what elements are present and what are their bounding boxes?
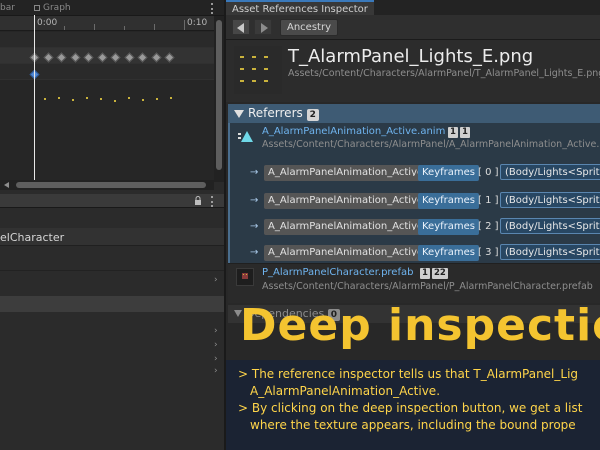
chevron-right-icon[interactable]: › — [214, 366, 218, 376]
texture-preview-graphic — [240, 56, 268, 82]
prefab-badge-a: 1 — [420, 268, 430, 279]
arrow-right-icon: → — [250, 221, 259, 232]
inspector-menu-icon[interactable] — [210, 196, 213, 207]
asset-title: T_AlarmPanel_Lights_E.png — [288, 46, 534, 67]
ancestry-button[interactable]: Ancestry — [280, 19, 338, 36]
inspector-toolbar: Ancestry — [226, 15, 600, 40]
referrers-list: A_AlarmPanelAnimation_Active.anim 1 1 As… — [228, 123, 600, 263]
horizontal-scroll-thumb[interactable] — [16, 182, 206, 188]
field-pill[interactable]: Keyframes — [418, 219, 479, 235]
animation-badge-a: 1 — [448, 127, 458, 138]
index-pill[interactable]: [ 3 ] — [474, 245, 503, 261]
animation-panel: bar Graph 0:00 0:10 elCharacter › › › › … — [0, 0, 224, 450]
prefab-referrer[interactable]: P_AlarmPanelCharacter.prefab 1 22 Assets… — [228, 263, 600, 303]
tab-graph[interactable]: Graph — [34, 0, 71, 16]
arrow-right-icon: → — [250, 195, 259, 206]
chevron-right-icon[interactable]: › — [214, 275, 218, 285]
clip-name-pill[interactable]: A_AlarmPanelAnimation_Active — [264, 245, 428, 261]
field-pill[interactable]: Keyframes — [418, 193, 479, 209]
index-pill[interactable]: [ 1 ] — [474, 193, 503, 209]
tutorial-note-line: A_AlarmPanelAnimation_Active. — [250, 384, 441, 398]
tab-bar-fragment[interactable]: bar — [0, 0, 15, 16]
property-row[interactable]: → A_AlarmPanelAnimation_Active . Keyfram… — [250, 192, 600, 210]
asset-references-inspector: Asset References Inspector Ancestry T_Al… — [224, 0, 600, 450]
inspector-tab-bar: Asset References Inspector — [226, 0, 600, 15]
tutorial-headline: Deep inspection: — [240, 300, 600, 351]
timeline-vertical-scrollbar[interactable] — [214, 16, 224, 182]
arrow-left-icon — [237, 23, 244, 33]
animation-asset-path: Assets/Content/Characters/AlarmPanel/A_A… — [262, 139, 600, 150]
animation-clip-icon — [238, 129, 254, 146]
ruler-label-start: 0:00 — [37, 18, 58, 28]
arrow-right-icon — [261, 23, 268, 33]
selected-component-band[interactable] — [0, 296, 224, 312]
inspector-header — [0, 194, 224, 208]
property-path-pill[interactable]: (Body/Lights<SpriteRe — [500, 244, 600, 260]
prefab-icon — [236, 268, 254, 286]
field-pill[interactable]: Keyframes — [418, 165, 479, 181]
clip-name-pill[interactable]: A_AlarmPanelAnimation_Active — [264, 193, 428, 209]
animation-timeline[interactable]: 0:00 0:10 — [0, 16, 214, 180]
scroll-left-icon[interactable] — [4, 182, 9, 188]
timeline-ruler[interactable]: 0:00 0:10 — [0, 16, 214, 31]
tab-asset-references-inspector[interactable]: Asset References Inspector — [226, 0, 374, 15]
texture-thumbnail[interactable] — [234, 46, 282, 94]
curve-samples — [44, 94, 184, 104]
timeline-track-summary[interactable] — [0, 32, 214, 48]
tutorial-notes: > The reference inspector tells us that … — [226, 360, 600, 450]
arrow-right-icon: → — [250, 247, 259, 258]
chevron-right-icon[interactable]: › — [214, 340, 218, 350]
property-path-pill[interactable]: (Body/Lights<SpriteRe — [500, 218, 600, 234]
chevron-right-icon[interactable]: › — [214, 326, 218, 336]
graph-icon — [34, 5, 40, 11]
index-pill[interactable]: [ 0 ] — [474, 165, 503, 181]
prefab-badge-b: 22 — [432, 268, 448, 279]
back-button[interactable] — [232, 19, 250, 35]
expand-arrow-icon[interactable] — [234, 110, 244, 118]
prefab-asset-link[interactable]: P_AlarmPanelCharacter.prefab — [262, 267, 413, 278]
timeline-horizontal-scrollbar[interactable] — [0, 180, 214, 190]
property-row[interactable]: → A_AlarmPanelAnimation_Active . Keyfram… — [250, 244, 600, 262]
field-pill[interactable]: Keyframes — [418, 245, 479, 261]
index-pill[interactable]: [ 2 ] — [474, 219, 503, 235]
curve-samples-graphic — [44, 97, 172, 102]
property-path-pill[interactable]: (Body/Lights<SpriteRe — [500, 192, 600, 208]
left-menu-icon[interactable] — [210, 3, 213, 14]
asset-path: Assets/Content/Characters/AlarmPanel/T_A… — [288, 68, 600, 79]
tutorial-note-line: where the texture appears, including the… — [250, 418, 576, 432]
forward-button[interactable] — [254, 19, 272, 35]
asset-header: T_AlarmPanel_Lights_E.png Assets/Content… — [226, 40, 600, 102]
referrers-count-badge: 2 — [306, 109, 319, 121]
animation-asset-link[interactable]: A_AlarmPanelAnimation_Active.anim — [262, 126, 445, 137]
property-path-pill[interactable]: (Body/Lights<SpriteRe — [500, 164, 600, 180]
clip-name-pill[interactable]: A_AlarmPanelAnimation_Active — [264, 219, 428, 235]
clip-name-pill[interactable]: A_AlarmPanelAnimation_Active — [264, 165, 428, 181]
tutorial-note-line: > By clicking on the deep inspection but… — [238, 401, 583, 415]
referrers-section-header[interactable]: Referrers 2 — [228, 104, 600, 123]
tutorial-note-line: > The reference inspector tells us that … — [238, 367, 579, 381]
chevron-right-icon[interactable]: › — [214, 354, 218, 364]
referrers-title: Referrers — [248, 106, 303, 120]
character-section-header[interactable]: elCharacter — [0, 228, 224, 246]
prefab-asset-path: Assets/Content/Characters/AlarmPanel/P_A… — [262, 281, 593, 292]
character-section-title: elCharacter — [0, 231, 65, 244]
timeline-playhead[interactable] — [34, 15, 35, 182]
left-tab-bar: bar Graph — [0, 0, 224, 16]
property-row[interactable]: → A_AlarmPanelAnimation_Active . Keyfram… — [250, 164, 600, 182]
vertical-scroll-thumb[interactable] — [216, 20, 222, 170]
property-row[interactable]: → A_AlarmPanelAnimation_Active . Keyfram… — [250, 218, 600, 236]
ruler-label-end: 0:10 — [187, 18, 208, 28]
lock-icon[interactable] — [194, 196, 202, 208]
arrow-right-icon: → — [250, 167, 259, 178]
animation-badge-b: 1 — [460, 127, 470, 138]
